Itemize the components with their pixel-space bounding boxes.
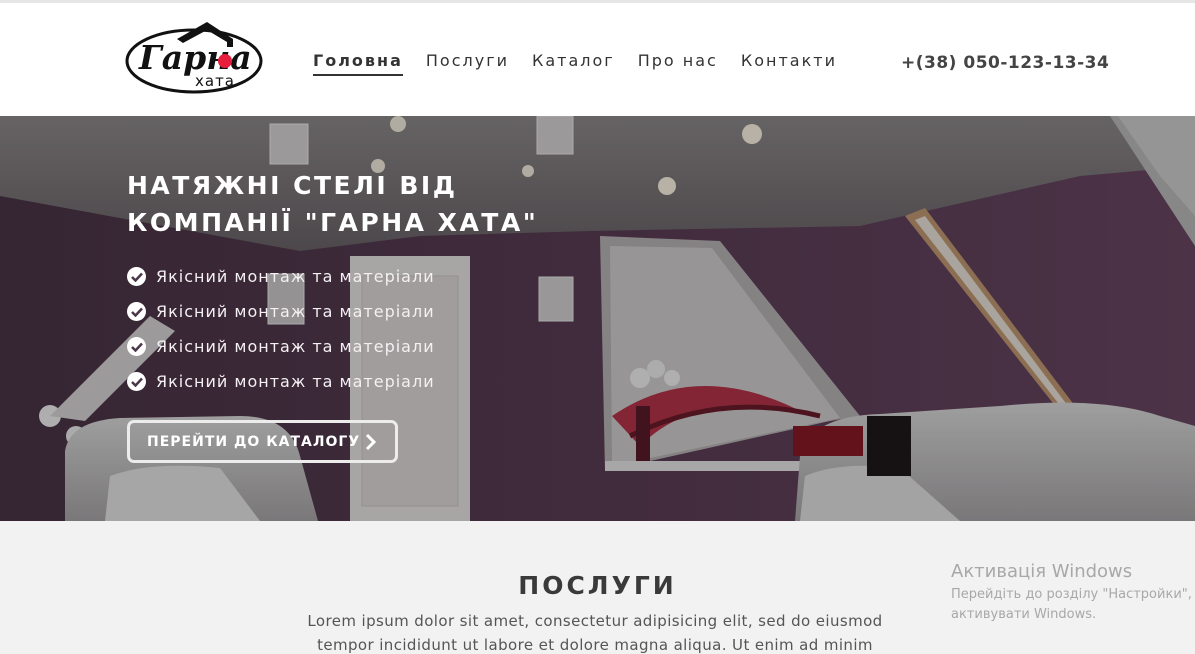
feature-text: Якісний монтаж та матеріали [156,267,435,286]
feature-text: Якісний монтаж та матеріали [156,372,435,391]
list-item: Якісний монтаж та матеріали [127,364,435,399]
phone-number[interactable]: +(38) 050-123-13-34 [901,53,1109,73]
nav-about[interactable]: Про нас [638,51,718,76]
check-icon [127,302,146,321]
chevron-right-icon [365,433,377,455]
watermark-line: активувати Windows. [951,607,1097,622]
nav-services[interactable]: Послуги [426,51,509,76]
nav-catalog[interactable]: Каталог [532,51,615,76]
check-icon [127,267,146,286]
list-item: Якісний монтаж та матеріали [127,329,435,364]
feature-list: Якісний монтаж та матеріали Якісний монт… [127,259,435,399]
windows-activation-watermark: Активація Windows Перейдіть до розділу "… [951,561,1195,625]
watermark-line: Перейдіть до розділу "Настройки", [951,587,1192,602]
catalog-button-label: ПЕРЕЙТИ ДО КАТАЛОГУ [147,433,361,450]
main-nav: Головна Послуги Каталог Про нас Контакти [313,51,860,76]
check-icon [127,372,146,391]
list-item: Якісний монтаж та матеріали [127,259,435,294]
watermark-title: Активація Windows [951,561,1133,582]
check-icon [127,337,146,356]
svg-text:хата: хата [195,72,235,90]
nav-contacts[interactable]: Контакти [741,51,837,76]
nav-home[interactable]: Головна [313,51,403,76]
hero-banner: Натяжні стелі від компанії "Гарна Хата" … [0,116,1195,521]
site-header: Гарна хата Головна Послуги Каталог Про н… [0,3,1195,116]
feature-text: Якісний монтаж та матеріали [156,337,435,356]
services-description: Lorem ipsum dolor sit amet, consectetur … [307,612,883,654]
feature-text: Якісний монтаж та матеріали [156,302,435,321]
catalog-button[interactable]: ПЕРЕЙТИ ДО КАТАЛОГУ [127,420,398,463]
hero-title: Натяжні стелі від компанії "Гарна Хата" [127,171,539,237]
list-item: Якісний монтаж та матеріали [127,294,435,329]
logo[interactable]: Гарна хата [125,19,265,95]
